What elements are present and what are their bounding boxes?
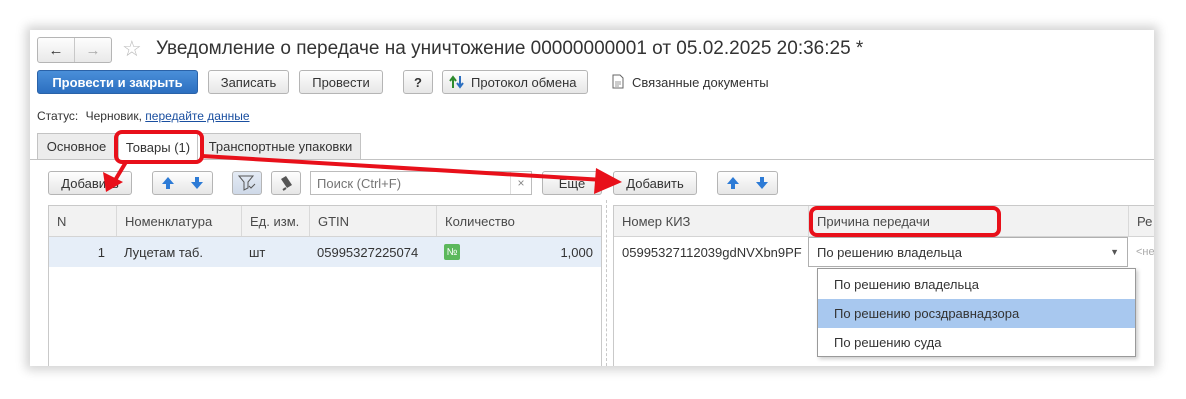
arrow-head-to-right-add (594, 168, 622, 194)
document-window: ← → ☆ Уведомление о передаче на уничтоже… (30, 30, 1154, 366)
arrow-line-to-right-add (201, 154, 605, 182)
annotation-arrows (103, 154, 622, 194)
